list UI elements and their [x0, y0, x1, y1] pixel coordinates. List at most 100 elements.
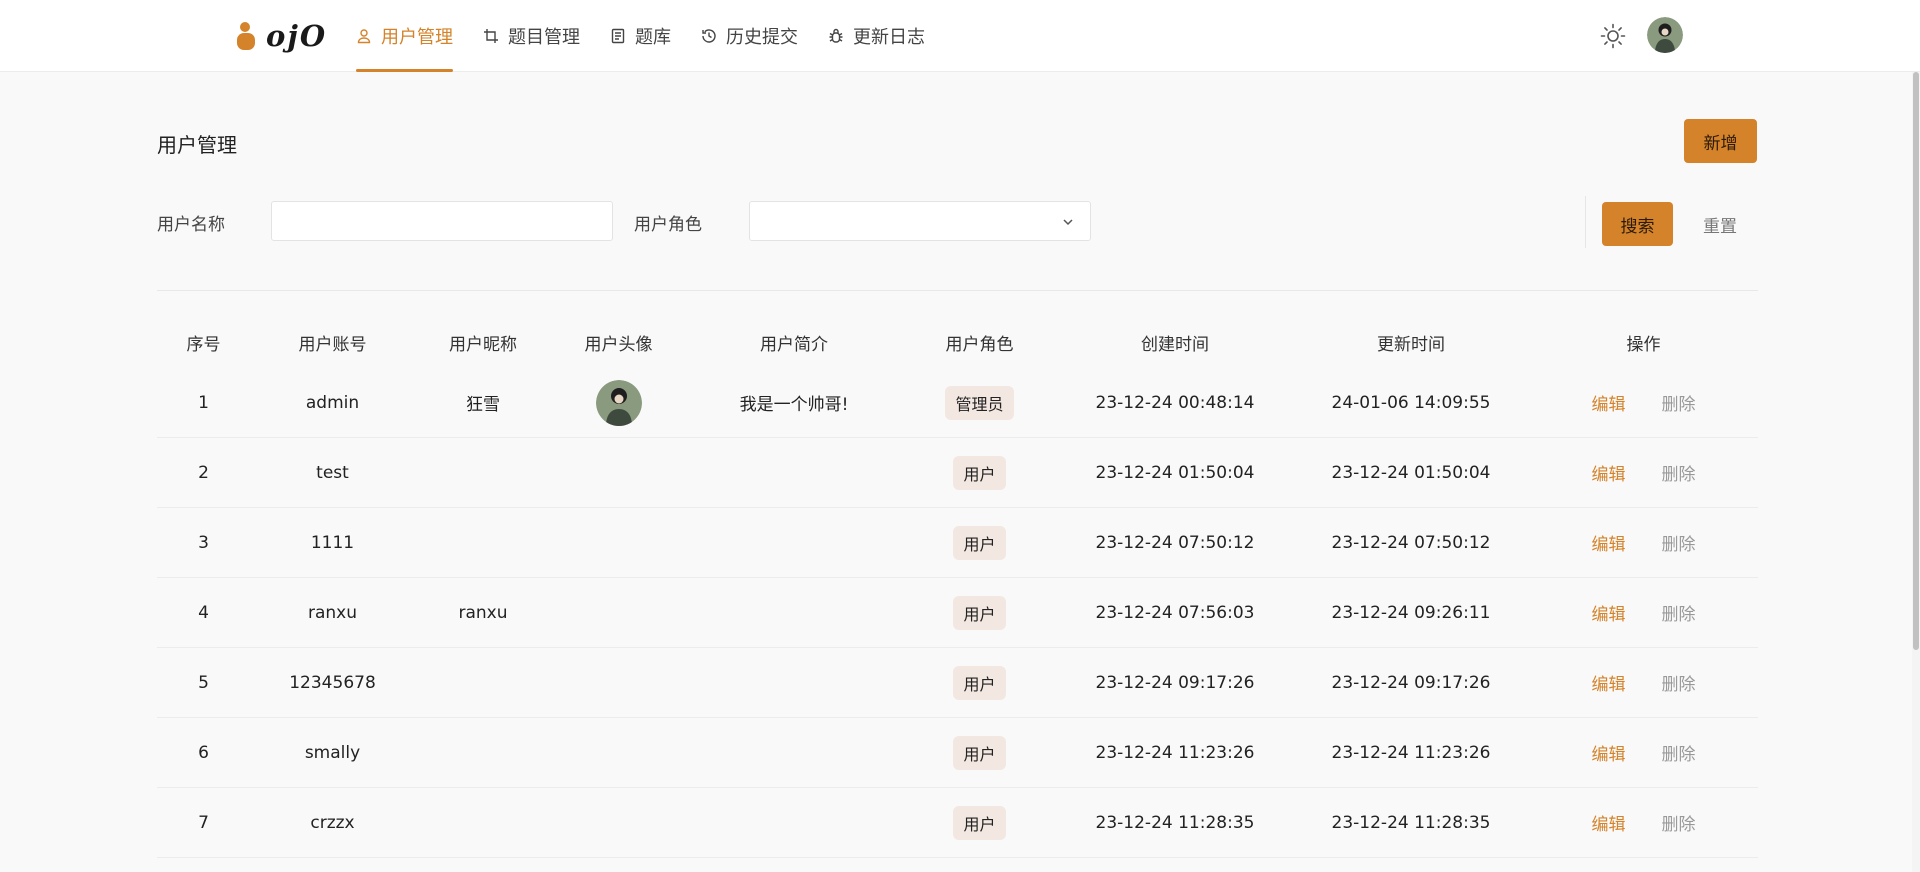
cell-avatar	[551, 718, 686, 787]
cell-account: test	[316, 462, 349, 483]
logo[interactable]: ojO	[236, 18, 327, 54]
cell-nickname	[415, 508, 551, 577]
cell-updated: 23-12-24 11:23:26	[1331, 742, 1491, 763]
delete-link[interactable]: 删除	[1662, 600, 1696, 625]
logo-mark-icon	[236, 20, 258, 52]
nav-item-user-management[interactable]: 用户管理	[356, 0, 453, 72]
cell-bio	[686, 788, 902, 857]
table-row: 6 smally 用户 23-12-24 11:23:26 23-12-24 1…	[157, 718, 1758, 788]
delete-link[interactable]: 删除	[1662, 390, 1696, 415]
table-body: 1 admin 狂雪 我是一个帅哥! 管理员 23-12-24 00:48:14…	[157, 368, 1758, 858]
table-row: 4 ranxu ranxu 用户 23-12-24 07:56:03 23-12…	[157, 578, 1758, 648]
delete-link[interactable]: 删除	[1662, 670, 1696, 695]
delete-link[interactable]: 删除	[1662, 740, 1696, 765]
cell-created: 23-12-24 09:17:26	[1095, 672, 1255, 693]
logo-text: ojO	[266, 19, 328, 53]
cell-updated: 23-12-24 11:28:35	[1331, 812, 1491, 833]
col-header-bio: 用户简介	[760, 334, 828, 355]
cell-updated: 23-12-24 01:50:04	[1331, 462, 1491, 483]
col-header-actions: 操作	[1626, 334, 1661, 355]
user-avatar[interactable]	[1647, 17, 1683, 53]
edit-link[interactable]: 编辑	[1592, 600, 1626, 625]
edit-link[interactable]: 编辑	[1592, 670, 1626, 695]
username-label: 用户名称	[157, 215, 225, 235]
role-tag: 管理员	[945, 385, 1014, 420]
cell-bio	[686, 578, 902, 647]
cell-index: 5	[198, 672, 209, 693]
cell-avatar	[551, 788, 686, 857]
cell-avatar	[551, 578, 686, 647]
add-button[interactable]: 新增	[1684, 119, 1757, 163]
role-tag: 用户	[953, 595, 1006, 630]
cell-index: 6	[198, 742, 209, 763]
cell-avatar	[551, 438, 686, 507]
cell-nickname	[415, 648, 551, 717]
cell-role: 用户	[902, 648, 1057, 717]
cell-role: 用户	[902, 578, 1057, 647]
reset-button[interactable]: 重置	[1690, 202, 1750, 246]
history-icon	[702, 29, 716, 43]
nav-item-label: 题库	[635, 27, 671, 48]
crop-icon	[484, 29, 498, 43]
theme-toggle-button[interactable]	[1599, 22, 1627, 50]
edit-link[interactable]: 编辑	[1592, 390, 1626, 415]
cell-updated: 24-01-06 14:09:55	[1331, 392, 1491, 413]
cell-index: 7	[198, 812, 209, 833]
edit-link[interactable]: 编辑	[1592, 460, 1626, 485]
bug-icon	[829, 28, 843, 43]
edit-link[interactable]: 编辑	[1592, 810, 1626, 835]
cell-created: 23-12-24 11:28:35	[1095, 812, 1255, 833]
cell-bio	[686, 718, 902, 787]
main-nav: 用户管理 题目管理 题库 历史提交 更新日志	[356, 0, 955, 72]
role-tag: 用户	[953, 665, 1006, 700]
cell-role: 用户	[902, 718, 1057, 787]
username-input[interactable]	[271, 201, 613, 241]
edit-link[interactable]: 编辑	[1592, 530, 1626, 555]
table-row: 2 test 用户 23-12-24 01:50:04 23-12-24 01:…	[157, 438, 1758, 508]
role-tag: 用户	[953, 805, 1006, 840]
cell-index: 4	[198, 602, 209, 623]
nav-item-changelog[interactable]: 更新日志	[828, 0, 925, 72]
nav-item-label: 用户管理	[381, 27, 453, 48]
nav-item-history[interactable]: 历史提交	[701, 0, 798, 72]
edit-link[interactable]: 编辑	[1592, 740, 1626, 765]
user-icon	[357, 29, 371, 44]
cell-bio: 我是一个帅哥!	[739, 395, 849, 415]
col-header-index: 序号	[186, 334, 221, 355]
table-row: 1 admin 狂雪 我是一个帅哥! 管理员 23-12-24 00:48:14…	[157, 368, 1758, 438]
table-row: 7 crzzx 用户 23-12-24 11:28:35 23-12-24 11…	[157, 788, 1758, 858]
cell-actions: 编辑 删除	[1529, 578, 1758, 647]
cell-role: 用户	[902, 508, 1057, 577]
page-title: 用户管理	[157, 133, 237, 157]
role-tag: 用户	[953, 455, 1006, 490]
search-button[interactable]: 搜索	[1602, 202, 1673, 246]
cell-nickname	[415, 788, 551, 857]
table-row: 3 1111 用户 23-12-24 07:50:12 23-12-24 07:…	[157, 508, 1758, 578]
role-label: 用户角色	[634, 215, 702, 235]
cell-bio	[686, 508, 902, 577]
cell-actions: 编辑 删除	[1529, 718, 1758, 787]
sun-icon	[1600, 23, 1626, 49]
users-table: 序号 用户账号 用户昵称 用户头像 用户简介 用户角色 创建时间 更新时间 操作…	[157, 316, 1758, 858]
nav-item-problem-bank[interactable]: 题库	[610, 0, 671, 72]
delete-link[interactable]: 删除	[1662, 530, 1696, 555]
cell-updated: 23-12-24 09:26:11	[1331, 602, 1491, 623]
cell-account: admin	[305, 392, 360, 413]
cell-nickname	[415, 718, 551, 787]
row-avatar	[595, 379, 642, 426]
cell-account: smally	[304, 742, 361, 763]
delete-link[interactable]: 删除	[1662, 810, 1696, 835]
cell-index: 2	[198, 462, 209, 483]
col-header-avatar: 用户头像	[584, 334, 653, 355]
nav-item-problem-management[interactable]: 题目管理	[483, 0, 580, 72]
col-header-account: 用户账号	[298, 334, 367, 355]
scrollbar-thumb[interactable]	[1913, 72, 1919, 650]
cell-account: 1111	[310, 532, 355, 553]
cell-role: 用户	[902, 788, 1057, 857]
delete-link[interactable]: 删除	[1662, 460, 1696, 485]
section-divider	[157, 290, 1758, 291]
cell-created: 23-12-24 01:50:04	[1095, 462, 1255, 483]
role-select[interactable]	[749, 201, 1091, 241]
role-tag: 用户	[953, 525, 1006, 560]
nav-item-label: 题目管理	[508, 27, 580, 48]
